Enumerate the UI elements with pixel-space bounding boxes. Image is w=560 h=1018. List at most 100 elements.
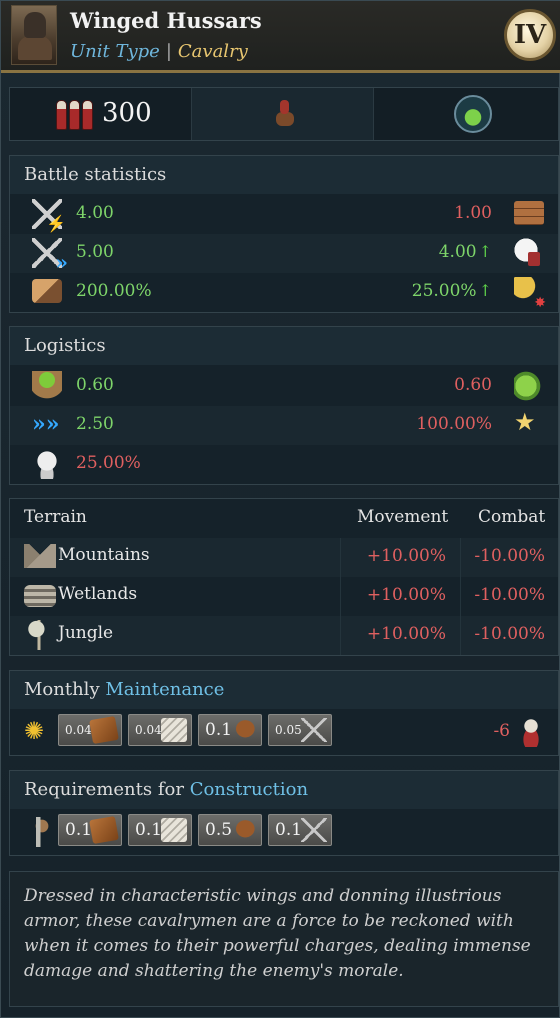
manpower-value: 300 — [102, 98, 152, 128]
terrain-combat-value: -10.00% — [474, 585, 545, 605]
terrain-row[interactable]: Wetlands +10.00% -10.00% — [10, 577, 558, 616]
flask-icon — [454, 95, 492, 133]
logistics-header: Logistics — [10, 327, 558, 365]
tier-badge: IV — [504, 9, 556, 61]
stat-left-value: 4.00 — [76, 203, 114, 223]
unit-description: Dressed in characteristic wings and donn… — [24, 886, 531, 981]
horse-icon — [231, 718, 257, 742]
research-cell[interactable] — [374, 88, 558, 140]
maintenance-header: Monthly Maintenance — [10, 671, 558, 709]
terrain-row[interactable]: Mountains +10.00% -10.00% — [10, 538, 558, 577]
unit-class-cell[interactable] — [192, 88, 374, 140]
unit-name: Winged Hussars — [70, 8, 262, 33]
unit-type-link[interactable]: Unit Type — [70, 41, 160, 62]
resource-amount: 0.04 — [135, 723, 162, 737]
maintenance-title-prefix: Monthly — [24, 679, 100, 700]
unit-portrait — [11, 5, 57, 65]
cavalry-icon — [274, 98, 296, 132]
terrain-combat-value: -10.00% — [474, 546, 545, 566]
resource-chip[interactable]: 0.1 — [128, 814, 192, 846]
stat-left-value: 5.00 — [76, 242, 114, 262]
resource-chip[interactable]: 0.1 — [58, 814, 122, 846]
maintenance-link[interactable]: Maintenance — [105, 679, 224, 700]
charge-icon — [32, 279, 62, 303]
manpower-cell[interactable]: 300 — [10, 88, 192, 140]
wetlands-icon — [24, 585, 56, 607]
manpower-icon — [56, 100, 96, 130]
greens-icon — [514, 371, 544, 401]
cloth-icon — [161, 718, 187, 742]
gold-gear-icon: ✺ — [24, 717, 45, 745]
bricks-icon — [514, 201, 544, 225]
resource-amount: 0.04 — [65, 723, 92, 737]
logistics-row[interactable]: 25.00% — [10, 445, 558, 484]
resource-amount: 0.1 — [135, 820, 163, 840]
unit-subtitle: Unit Type | Cavalry — [70, 41, 248, 62]
spears-icon — [301, 818, 327, 842]
maintenance-title: Monthly Maintenance — [24, 679, 224, 700]
battle-statistics-panel: Battle statistics 4.00 1.00 5.00 4.00↑ 2… — [9, 155, 559, 313]
terrain-row[interactable]: Jungle +10.00% -10.00% — [10, 616, 558, 655]
stat-right-number: 4.00 — [438, 242, 477, 262]
combat-column-header: Combat — [478, 507, 546, 527]
terrain-combat-value: -10.00% — [474, 624, 545, 644]
horn-icon — [514, 277, 546, 311]
unit-tooltip: Winged Hussars Unit Type | Cavalry IV 300 … — [0, 0, 560, 1018]
jungle-icon — [26, 620, 52, 650]
stat-right-number: 25.00% — [411, 281, 477, 301]
construction-link[interactable]: Construction — [190, 779, 308, 800]
stat-right-value: 4.00 ↑ — [439, 242, 492, 262]
resource-chip[interactable]: 0.04 — [58, 714, 122, 746]
terrain-name: Jungle — [58, 623, 114, 643]
resource-amount: 0.1 — [205, 720, 233, 740]
resource-amount: 0.1 — [275, 820, 303, 840]
wing-icon — [514, 238, 544, 268]
resource-chip[interactable]: 0.1 — [268, 814, 332, 846]
leather-icon — [89, 815, 119, 845]
summary-strip: 300 — [9, 87, 559, 141]
construction-title-prefix: Requirements for — [24, 779, 184, 800]
construction-header: Requirements for Construction — [10, 771, 558, 809]
speed-icon: »» — [32, 411, 60, 437]
mountains-icon — [24, 544, 56, 568]
resource-chip[interactable]: 0.04 — [128, 714, 192, 746]
construction-panel: Requirements for Construction 0.1 0.1 0.… — [9, 770, 559, 856]
battle-statistics-header: Battle statistics — [10, 156, 558, 194]
resource-amount: 0.05 — [275, 723, 302, 737]
up-arrow-icon: ↑ — [478, 242, 492, 261]
workshop-icon — [24, 817, 54, 847]
terrain-column-header: Terrain — [24, 507, 87, 527]
logistics-left-value: 0.60 — [76, 375, 114, 395]
terrain-name: Mountains — [58, 545, 150, 565]
logistics-row[interactable]: »» 2.50 100.00% ★ — [10, 406, 558, 445]
resource-chip[interactable]: 0.5 — [198, 814, 262, 846]
resource-chip[interactable]: 0.1 — [198, 714, 262, 746]
resource-chip[interactable]: 0.05 — [268, 714, 332, 746]
melee-lightning-icon — [32, 199, 66, 233]
movement-column-header: Movement — [357, 507, 449, 527]
soldier-icon — [516, 717, 546, 747]
maintenance-panel: Monthly Maintenance ✺ 0.04 0.04 0.1 0.05… — [9, 670, 559, 756]
logistics-left-value: 25.00% — [76, 453, 141, 473]
construction-row: 0.1 0.1 0.5 0.1 — [10, 809, 558, 855]
stat-left-value: 200.00% — [76, 281, 152, 301]
terrain-movement-value: +10.00% — [366, 624, 446, 644]
skull-icon — [32, 449, 62, 479]
logistics-title: Logistics — [24, 335, 106, 356]
terrain-movement-value: +10.00% — [366, 585, 446, 605]
star-icon: ★ — [514, 408, 536, 436]
manpower-change-value: -6 — [493, 721, 510, 741]
stat-right-value: 25.00% ↑ — [412, 281, 492, 301]
terrain-movement-value: +10.00% — [366, 546, 446, 566]
logistics-right-value: 100.00% — [416, 414, 492, 434]
resource-amount: 0.1 — [65, 820, 93, 840]
logistics-row[interactable]: 0.60 0.60 — [10, 367, 558, 406]
stat-row[interactable]: 200.00% 25.00% ↑ — [10, 273, 558, 312]
portrait-horse-shape — [18, 36, 52, 60]
stat-row[interactable]: 4.00 1.00 — [10, 195, 558, 234]
cloth-icon — [161, 818, 187, 842]
spears-icon — [301, 718, 327, 742]
resource-amount: 0.5 — [205, 820, 233, 840]
stat-row[interactable]: 5.00 4.00↑ — [10, 234, 558, 274]
portrait-rider-shape — [24, 12, 46, 38]
